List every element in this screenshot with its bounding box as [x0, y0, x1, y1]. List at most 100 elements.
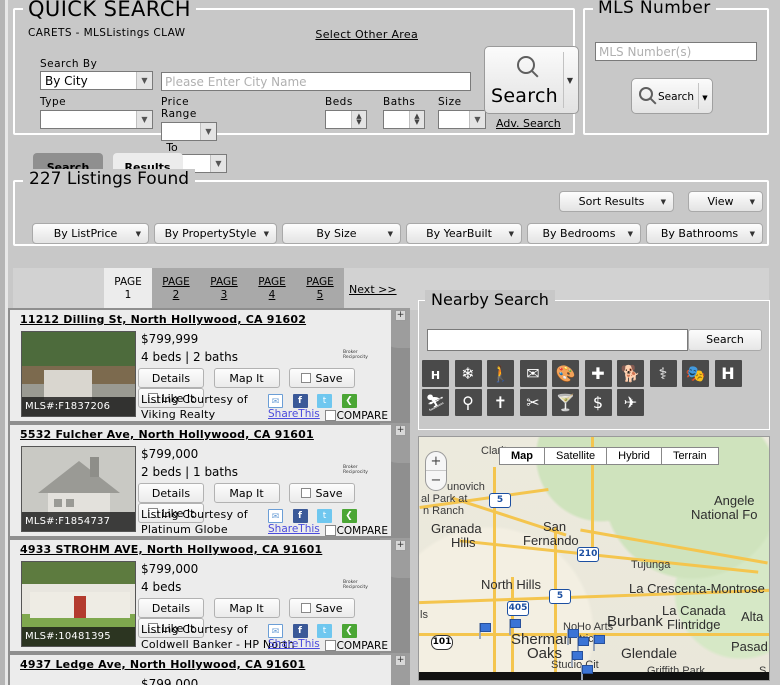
listing-item[interactable]: + 4937 Ledge Ave, North Hollywood, CA 91… — [8, 653, 410, 685]
facebook-icon[interactable]: f — [292, 509, 308, 523]
beds-stepper[interactable]: ▲ ▼ — [325, 109, 367, 129]
listing-item[interactable]: + 4933 STROHM AVE, North Hollywood, CA 9… — [8, 538, 410, 653]
expand-listing-button[interactable]: + — [395, 425, 406, 436]
expand-listing-button[interactable]: + — [395, 655, 406, 666]
filter-by-yearbuilt[interactable]: By YearBuilt ▼ — [406, 223, 522, 244]
zoom-out-button[interactable]: − — [426, 471, 446, 490]
listing-item[interactable]: + 11212 Dilling St, North Hollywood, CA … — [8, 308, 410, 423]
sharethis-icon[interactable]: ❮ — [341, 624, 357, 638]
page-4[interactable]: PAGE 4 — [248, 268, 296, 310]
expand-listing-button[interactable]: + — [395, 310, 406, 321]
listing-address-link[interactable]: 4933 STROHM AVE, North Hollywood, CA 916… — [20, 543, 322, 556]
dog-icon[interactable]: 🐕 — [617, 360, 644, 387]
details-button[interactable]: Details — [138, 483, 204, 503]
bank-icon[interactable]: $ — [584, 389, 612, 416]
nearby-search-input[interactable] — [427, 329, 688, 351]
listing-address-link[interactable]: 4937 Ledge Ave, North Hollywood, CA 9160… — [20, 658, 305, 671]
sharethis-link[interactable]: ShareThis — [268, 523, 320, 535]
mls-number-input[interactable] — [595, 42, 757, 61]
filter-by-bathrooms[interactable]: By Bathrooms ▼ — [646, 223, 763, 244]
facebook-icon[interactable]: f — [292, 394, 308, 408]
save-it-checkbox[interactable]: Save It — [289, 598, 355, 635]
pharmacy-icon[interactable]: ⚕ — [649, 360, 677, 387]
listing-item[interactable]: + 5532 Fulcher Ave, North Hollywood, CA … — [8, 423, 410, 538]
compare-checkbox[interactable]: COMPARE — [324, 640, 388, 652]
nearby-search-button[interactable]: Search — [688, 329, 762, 351]
checkbox-icon[interactable] — [301, 603, 312, 613]
email-icon[interactable]: ✉ — [268, 394, 283, 408]
page-2[interactable]: PAGE 2 — [152, 268, 200, 310]
twitter-icon[interactable]: t — [317, 509, 332, 523]
filter-by-listprice[interactable]: By ListPrice ▼ — [32, 223, 149, 244]
sort-results-dropdown[interactable]: Sort Results ▼ — [559, 191, 674, 212]
church-cross-icon[interactable]: ✝ — [487, 389, 514, 416]
page-5[interactable]: PAGE 5 — [296, 268, 344, 310]
price-min-select[interactable]: ▼ — [161, 121, 217, 141]
map-marker[interactable] — [591, 635, 605, 651]
map-type-switcher[interactable]: Map Satellite Hybrid Terrain — [499, 447, 719, 465]
page-1[interactable]: PAGE 1 — [104, 268, 152, 310]
filter-by-bedrooms[interactable]: By Bedrooms ▼ — [527, 223, 641, 244]
park-plant-icon[interactable]: ❄ — [454, 360, 482, 387]
filter-by-propertystyle[interactable]: By PropertyStyle ▼ — [154, 223, 277, 244]
chevron-down-icon[interactable]: ▼ — [700, 94, 710, 102]
map-zoom-control[interactable]: + − — [425, 451, 447, 491]
size-select[interactable]: ▼ — [438, 109, 486, 129]
listing-address-link[interactable]: 5532 Fulcher Ave, North Hollywood, CA 91… — [20, 428, 314, 441]
sharethis-link[interactable]: ShareThis — [268, 638, 320, 650]
expand-listing-button[interactable]: + — [395, 540, 406, 551]
mail-envelope-icon[interactable]: ✉ — [519, 360, 547, 387]
pet-hotel-icon[interactable]: H🐕 — [422, 360, 449, 387]
art-palette-icon[interactable]: 🎨 — [552, 360, 579, 387]
search-marker-icon[interactable]: ⚲ — [454, 389, 482, 416]
checkbox-icon[interactable] — [324, 525, 336, 536]
listing-photo-placeholder[interactable]: MLS#:F1854737 — [21, 446, 136, 532]
compare-checkbox[interactable]: COMPARE — [324, 410, 388, 422]
listings-list[interactable]: + 11212 Dilling St, North Hollywood, CA … — [8, 308, 410, 685]
chevron-down-icon[interactable]: ▼ — [564, 76, 576, 85]
mls-search-button[interactable]: ▼ Search — [631, 78, 713, 114]
listing-photo[interactable]: MLS#:10481395 — [21, 561, 136, 647]
medical-plus-icon[interactable]: ✚ — [584, 360, 612, 387]
map-marker[interactable] — [507, 619, 521, 635]
view-dropdown[interactable]: View ▼ — [688, 191, 763, 212]
facebook-icon[interactable]: f — [292, 624, 308, 638]
map-it-button[interactable]: Map It — [213, 483, 280, 503]
map-type-satellite[interactable]: Satellite — [545, 448, 608, 464]
city-name-input[interactable] — [161, 72, 471, 91]
filter-by-size[interactable]: By Size ▼ — [282, 223, 401, 244]
twitter-icon[interactable]: t — [317, 624, 332, 638]
stepper-arrows-icon[interactable]: ▲ ▼ — [409, 110, 424, 128]
map-marker[interactable] — [477, 623, 491, 639]
baths-stepper[interactable]: ▲ ▼ — [383, 109, 425, 129]
checkbox-icon[interactable] — [324, 640, 336, 651]
sharethis-icon[interactable]: ❮ — [341, 509, 357, 523]
hospital-icon[interactable]: H — [714, 360, 742, 387]
twitter-icon[interactable]: t — [317, 394, 332, 408]
details-button[interactable]: Details — [138, 598, 204, 618]
adv-search-link[interactable]: Adv. Search — [496, 117, 561, 130]
listing-photo[interactable]: MLS#:F1837206 — [21, 331, 136, 417]
checkbox-icon[interactable] — [324, 410, 336, 421]
map-type-terrain[interactable]: Terrain — [662, 448, 718, 464]
search-by-select[interactable]: By City ▼ — [40, 71, 153, 90]
map-type-hybrid[interactable]: Hybrid — [607, 448, 662, 464]
map-view[interactable]: + − Map Satellite Hybrid Terrain Clarita… — [418, 436, 770, 681]
listing-address-link[interactable]: 11212 Dilling St, North Hollywood, CA 91… — [20, 313, 306, 326]
airport-plane-icon[interactable]: ✈ — [617, 389, 644, 416]
type-select[interactable]: ▼ — [40, 109, 153, 129]
map-type-map[interactable]: Map — [500, 448, 545, 464]
email-icon[interactable]: ✉ — [268, 509, 283, 523]
checkbox-icon[interactable] — [301, 488, 312, 498]
save-it-checkbox[interactable]: Save It — [289, 368, 355, 405]
save-it-checkbox[interactable]: Save It — [289, 483, 355, 520]
details-button[interactable]: Details — [138, 368, 204, 388]
email-icon[interactable]: ✉ — [268, 624, 283, 638]
search-button[interactable]: ▼ Search — [484, 46, 579, 114]
map-it-button[interactable]: Map It — [213, 598, 280, 618]
select-other-area-link[interactable]: Select Other Area — [315, 28, 418, 41]
people-walking-icon[interactable]: 🚶 — [487, 360, 514, 387]
zoom-in-button[interactable]: + — [426, 452, 446, 471]
checkbox-icon[interactable] — [301, 373, 312, 383]
compare-checkbox[interactable]: COMPARE — [324, 525, 388, 537]
